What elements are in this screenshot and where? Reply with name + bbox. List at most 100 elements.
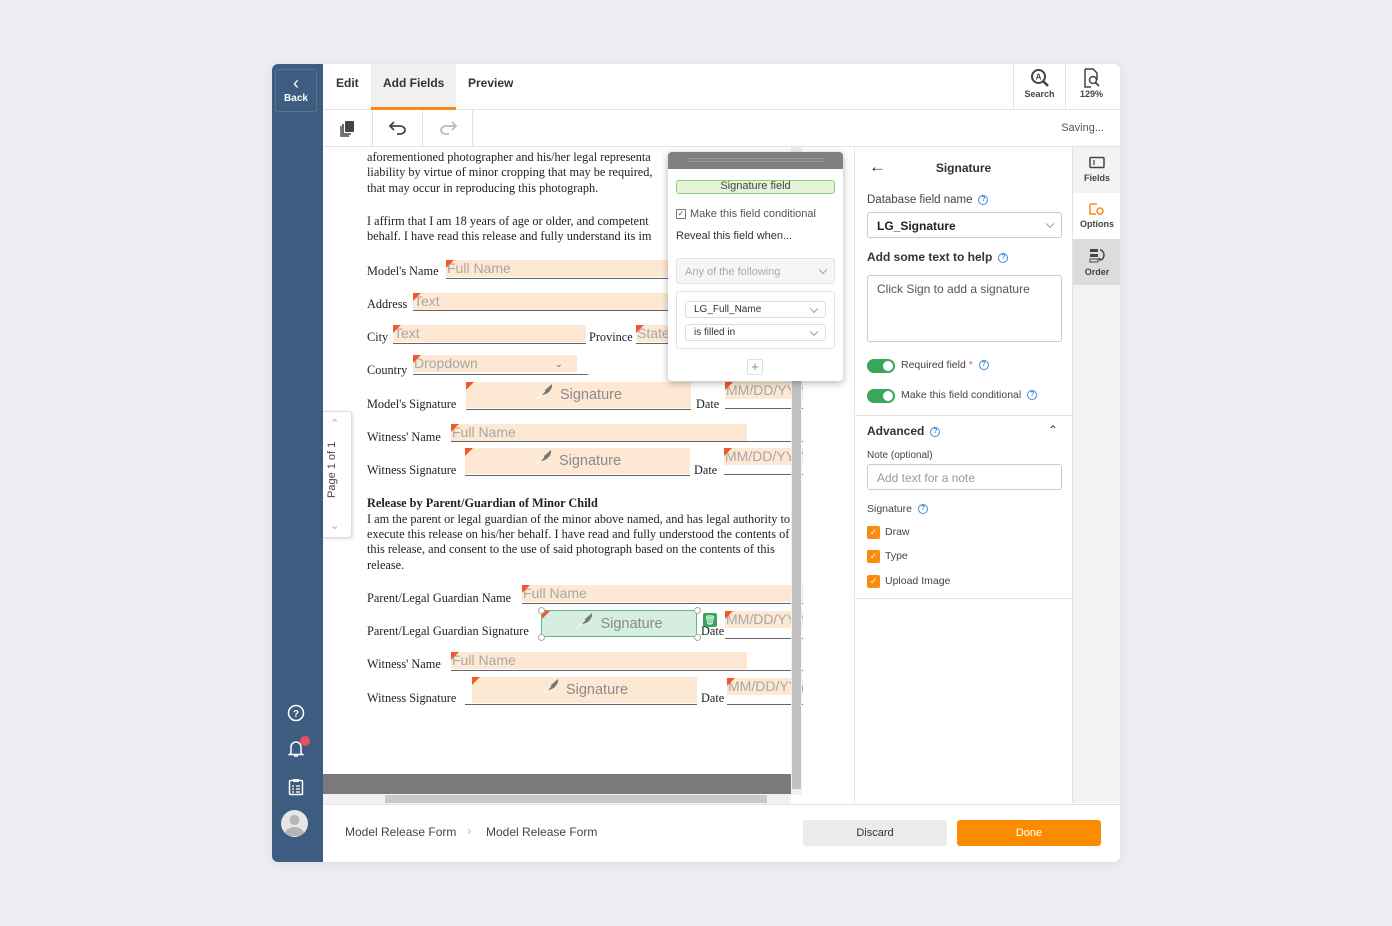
condition-operator-select[interactable]: is filled in — [685, 324, 826, 341]
breadcrumb-item[interactable]: Model Release Form — [486, 825, 597, 839]
rail-order[interactable]: Order — [1073, 239, 1120, 285]
witness-name-2-field[interactable]: Full Name — [451, 652, 747, 669]
match-mode-select[interactable]: Any of the following — [676, 258, 835, 284]
type-checkbox[interactable]: ✓ — [867, 550, 880, 563]
document-horizontal-scrollbar[interactable] — [323, 794, 791, 804]
help-icon[interactable]: ? — [978, 360, 989, 371]
label-province: Province — [589, 330, 633, 344]
scrollbar-thumb[interactable] — [385, 795, 767, 803]
back-label: Back — [284, 93, 308, 104]
required-toggle[interactable] — [867, 359, 895, 373]
label-city: City — [367, 330, 389, 344]
breadcrumb-item[interactable]: Model Release Form — [345, 825, 456, 839]
help-text-input[interactable]: Click Sign to add a signature — [867, 275, 1062, 342]
options-icon — [1089, 203, 1104, 215]
chevron-up-icon[interactable]: ⌃ — [330, 417, 339, 430]
done-button[interactable]: Done — [957, 820, 1101, 846]
undo-button[interactable] — [373, 110, 423, 146]
help-icon[interactable]: ? — [930, 426, 941, 437]
scrollbar-thumb[interactable] — [792, 329, 801, 789]
chevron-down-icon — [1045, 219, 1055, 229]
page-navigator: ⌃ Page 1 of 1 ⌄ — [323, 411, 352, 538]
model-signature-field[interactable]: Signature — [466, 382, 691, 408]
guardian-signature-field[interactable]: Signature — [541, 610, 697, 637]
rail-fields[interactable]: Fields — [1073, 147, 1120, 193]
chevron-up-icon[interactable]: ⌃ — [1048, 423, 1058, 437]
rail-options[interactable]: Options — [1073, 193, 1120, 239]
resize-handle[interactable] — [694, 634, 701, 641]
popover-drag-handle[interactable] — [668, 152, 843, 169]
footer: Model Release Form › Model Release Form … — [323, 804, 1120, 862]
fields-icon — [1089, 156, 1105, 169]
conditional-toggle[interactable] — [867, 389, 895, 403]
edit-toolbar: Saving... — [323, 110, 1120, 147]
signature-placeholder: Signature — [558, 453, 622, 469]
add-condition-button[interactable]: + — [747, 359, 763, 375]
condition-field-select[interactable]: LG_Full_Name — [685, 301, 826, 318]
search-icon: A — [1030, 69, 1049, 87]
label-country: Country — [367, 363, 408, 377]
label-model-name: Model's Name — [367, 264, 439, 278]
help-icon[interactable]: ? — [1027, 390, 1038, 401]
label-guardian-name: Parent/Legal Guardian Name — [367, 591, 512, 605]
guardian-name-field[interactable]: Full Name — [522, 585, 803, 602]
zoom-document-icon — [1083, 68, 1100, 88]
doc-text-line: liability by virtue of minor cropping th… — [367, 165, 653, 179]
help-icon[interactable]: ? — [998, 252, 1009, 263]
back-button[interactable]: ‹ Back — [275, 69, 317, 112]
model-name-field[interactable]: Full Name — [446, 260, 706, 277]
doc-text-line: this release, and consent to the use of … — [367, 542, 775, 556]
copy-button[interactable] — [323, 110, 373, 146]
redo-icon — [439, 121, 457, 135]
help-icon[interactable]: ? — [978, 194, 989, 205]
note-label: Note (optional) — [867, 450, 933, 461]
condition-field-value: LG_Full_Name — [694, 304, 762, 315]
label-witness-name: Witness' Name — [367, 430, 441, 444]
witness-signature-2-field[interactable]: Signature — [472, 677, 697, 703]
country-dropdown[interactable]: Dropdown ⌄ — [413, 355, 577, 372]
help-text-label: Add some text to help? — [867, 250, 1009, 264]
signature-options-label: Signature? — [867, 503, 928, 515]
resize-handle[interactable] — [694, 607, 701, 614]
draw-checkbox[interactable]: ✓ — [867, 526, 880, 539]
discard-button[interactable]: Discard — [803, 820, 947, 846]
witness-signature-field[interactable]: Signature — [465, 448, 690, 474]
undo-icon — [388, 121, 406, 135]
bell-icon[interactable] — [284, 736, 310, 761]
upload-image-checkbox[interactable]: ✓ — [867, 575, 880, 588]
app-window: ‹ Back ? Edit Add Fields Preview A Searc… — [272, 64, 1120, 862]
conditional-checkbox[interactable]: ✓ Make this field conditional — [676, 208, 816, 220]
resize-handle[interactable] — [538, 634, 545, 641]
search-button[interactable]: A Search — [1013, 64, 1065, 110]
resize-handle[interactable] — [538, 607, 545, 614]
required-label: Required field *? — [901, 359, 989, 371]
redo-button[interactable] — [423, 110, 473, 146]
chevron-right-icon: › — [467, 823, 472, 838]
help-icon[interactable]: ? — [284, 701, 308, 725]
note-input[interactable]: Add text for a note — [867, 464, 1062, 490]
chevron-down-icon — [809, 327, 819, 336]
city-field[interactable]: Text — [393, 325, 586, 342]
help-icon[interactable]: ? — [917, 504, 928, 515]
witness-name-field[interactable]: Full Name — [451, 424, 747, 441]
tab-add-fields[interactable]: Add Fields — [371, 64, 457, 110]
signature-placeholder: Signature — [565, 682, 629, 698]
tab-preview[interactable]: Preview — [456, 64, 525, 110]
section-heading: Release by Parent/Guardian of Minor Chil… — [367, 496, 598, 510]
db-field-select[interactable]: LG_Signature — [867, 212, 1062, 238]
doc-text-line: I am the parent or legal guardian of the… — [367, 512, 791, 526]
advanced-section-header[interactable]: Advanced? — [867, 424, 941, 438]
condition-group: LG_Full_Name is filled in — [676, 291, 835, 349]
doc-text-line: I affirm that I am 18 years of age or ol… — [367, 214, 649, 228]
field-type-pill: Signature field — [676, 180, 835, 194]
avatar[interactable] — [281, 810, 308, 837]
clipboard-icon[interactable] — [284, 775, 308, 799]
feather-icon — [542, 677, 560, 703]
zoom-button[interactable]: 129% — [1065, 64, 1117, 110]
notification-badge — [300, 736, 310, 746]
chevron-down-icon[interactable]: ⌄ — [330, 519, 339, 532]
tab-edit[interactable]: Edit — [324, 64, 371, 110]
doc-text-line: that may occur in reproducing this photo… — [367, 181, 599, 195]
conditional-logic-popover: Signature field ✓ Make this field condit… — [668, 152, 843, 381]
checkbox-checked-icon: ✓ — [676, 209, 686, 219]
